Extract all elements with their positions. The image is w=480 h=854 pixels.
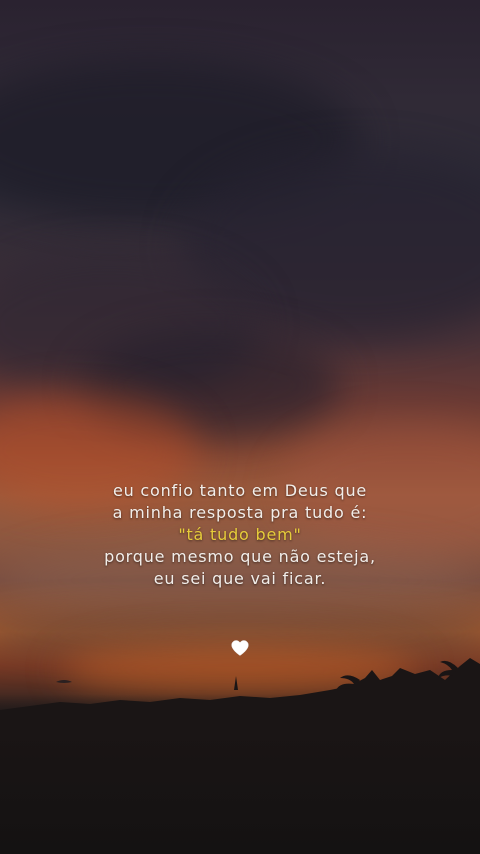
quote-line-1: eu confio tanto em Deus que	[112, 481, 368, 500]
quote-text: eu confio tanto em Deus que a minha resp…	[40, 480, 440, 590]
quote-line-2: a minha resposta pra tudo é:	[112, 503, 368, 522]
dark-ground	[0, 694, 480, 854]
quote-line-5: eu sei que vai ficar.	[153, 569, 327, 588]
quote-line-4: porque mesmo que não esteja,	[104, 547, 376, 566]
sunset-background: eu confio tanto em Deus que a minha resp…	[0, 0, 480, 854]
white-heart-icon	[231, 640, 249, 656]
quote-highlight-line: "tá tudo bem"	[178, 525, 302, 544]
